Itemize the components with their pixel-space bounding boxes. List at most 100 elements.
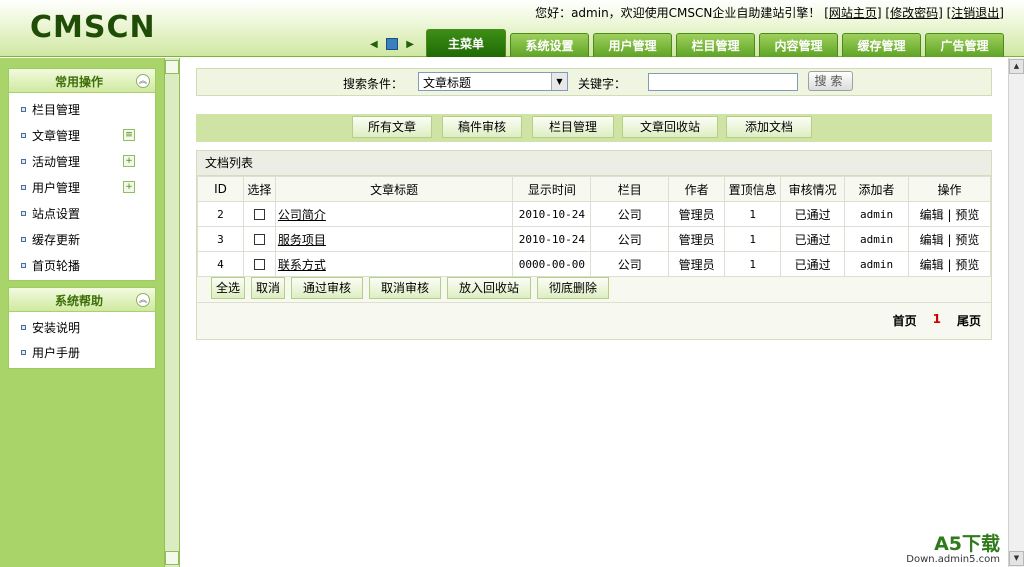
document-list: 文档列表 ID 选择 文章标题 显示时间 栏目 作者 置顶信息 审核情况 添加者… bbox=[196, 150, 992, 340]
tab-ad-management[interactable]: 广告管理 bbox=[925, 33, 1004, 57]
watermark-brand: A5下载 bbox=[934, 533, 1000, 555]
column-header: ID bbox=[197, 176, 244, 202]
sidebar-item-site-settings[interactable]: 站点设置 bbox=[9, 200, 155, 226]
edit-link[interactable]: 编辑 bbox=[920, 258, 944, 272]
tab-content-management[interactable]: 内容管理 bbox=[759, 33, 838, 57]
divider bbox=[197, 302, 991, 303]
delete-permanently-button[interactable]: 彻底删除 bbox=[537, 277, 609, 299]
sidebar-item-install-guide[interactable]: 安装说明 bbox=[9, 315, 155, 340]
deselect-button[interactable]: 取消 bbox=[251, 277, 285, 299]
tab-scroll-right-icon[interactable]: ▶ bbox=[406, 39, 414, 50]
bullet-icon bbox=[21, 325, 26, 330]
bullet-icon bbox=[21, 210, 26, 216]
move-to-recycle-button[interactable]: 放入回收站 bbox=[447, 277, 531, 299]
row-author: 管理员 bbox=[668, 226, 726, 252]
select-all-button[interactable]: 全选 bbox=[211, 277, 245, 299]
sidebar-item-user-manual[interactable]: 用户手册 bbox=[9, 340, 155, 365]
sidebar-item-home-carousel[interactable]: 首页轮播 bbox=[9, 252, 155, 278]
search-condition-select[interactable]: 文章标题 ▼ bbox=[418, 72, 568, 91]
watermark: A5下载 Down.admin5.com bbox=[906, 534, 1000, 565]
sidebar-item-columns[interactable]: 栏目管理 bbox=[9, 96, 155, 122]
edit-link[interactable]: 编辑 bbox=[920, 208, 944, 222]
splitter-top-handle[interactable] bbox=[165, 60, 179, 74]
add-document-button[interactable]: 添加文档 bbox=[726, 116, 812, 138]
tab-system-settings[interactable]: 系统设置 bbox=[510, 33, 589, 57]
preview-link[interactable]: 预览 bbox=[955, 208, 979, 222]
sidebar-item-users[interactable]: 用户管理 + bbox=[9, 174, 155, 200]
article-title-link[interactable]: 联系方式 bbox=[278, 258, 326, 272]
row-checkbox[interactable] bbox=[253, 259, 265, 270]
scroll-down-icon[interactable]: ▼ bbox=[1009, 551, 1024, 566]
row-category: 公司 bbox=[590, 201, 670, 227]
approve-button[interactable]: 通过审核 bbox=[291, 277, 363, 299]
frame-splitter[interactable] bbox=[164, 58, 180, 567]
search-button[interactable]: 搜索 bbox=[808, 71, 853, 91]
tab-main-menu[interactable]: 主菜单 bbox=[426, 29, 506, 57]
scroll-up-icon[interactable]: ▲ bbox=[1009, 59, 1024, 74]
review-submissions-button[interactable]: 稿件审核 bbox=[442, 116, 522, 138]
action-separator: | bbox=[947, 257, 952, 272]
keyword-input[interactable] bbox=[648, 73, 798, 91]
watermark-url: Down.admin5.com bbox=[906, 554, 1000, 565]
article-title-link[interactable]: 公司简介 bbox=[278, 208, 326, 222]
all-articles-button[interactable]: 所有文章 bbox=[352, 116, 432, 138]
row-adder: admin bbox=[844, 226, 909, 252]
bullet-icon bbox=[21, 132, 26, 138]
row-top: 1 bbox=[724, 201, 782, 227]
logout-link[interactable]: [注销退出] bbox=[947, 6, 1004, 20]
collapse-icon[interactable]: ︽ bbox=[136, 74, 150, 88]
row-id: 3 bbox=[197, 226, 244, 252]
splitter-bottom-handle[interactable] bbox=[165, 551, 179, 565]
bullet-icon bbox=[21, 184, 26, 190]
sidebar-item-activities[interactable]: 活动管理 + bbox=[9, 148, 155, 174]
row-checkbox[interactable] bbox=[253, 234, 265, 245]
table-row: 3 服务项目 2010-10-24 公司 管理员 1 已通过 admin 编辑 … bbox=[197, 226, 992, 252]
welcome-bar: 您好：admin，欢迎使用CMSCN企业自助建站引擎！ [网站主页] [修改密码… bbox=[535, 4, 1004, 21]
row-date: 0000-00-00 bbox=[512, 251, 592, 277]
sidebar-item-articles[interactable]: 文章管理 ≡ bbox=[9, 122, 155, 148]
row-adder: admin bbox=[844, 251, 909, 277]
preview-link[interactable]: 预览 bbox=[955, 258, 979, 272]
panel-header: 常用操作 ︽ bbox=[9, 69, 155, 93]
preview-link[interactable]: 预览 bbox=[955, 233, 979, 247]
row-id: 4 bbox=[197, 251, 244, 277]
tab-scroll-controls: ◀ ▶ bbox=[370, 35, 414, 53]
column-management-button[interactable]: 栏目管理 bbox=[532, 116, 614, 138]
site-home-link[interactable]: [网站主页] bbox=[824, 6, 881, 20]
column-header: 审核情况 bbox=[780, 176, 846, 202]
row-top: 1 bbox=[724, 251, 782, 277]
row-status: 已通过 bbox=[780, 251, 846, 277]
edit-link[interactable]: 编辑 bbox=[920, 233, 944, 247]
tab-user-management[interactable]: 用户管理 bbox=[593, 33, 672, 57]
keyword-label: 关键字： bbox=[578, 77, 627, 91]
column-header: 选择 bbox=[242, 176, 276, 202]
recycle-bin-button[interactable]: 文章回收站 bbox=[622, 116, 718, 138]
first-page-link[interactable]: 首页 bbox=[893, 312, 917, 329]
main-content: 搜索条件： 文章标题 ▼ 关键字： 搜索 所有文章 稿件审核 栏目管理 文章回收… bbox=[181, 58, 1008, 567]
add-icon[interactable]: + bbox=[123, 181, 135, 193]
row-category: 公司 bbox=[590, 251, 670, 277]
row-checkbox[interactable] bbox=[253, 209, 265, 220]
last-page-link[interactable]: 尾页 bbox=[957, 312, 981, 329]
row-status: 已通过 bbox=[780, 201, 846, 227]
column-header: 栏目 bbox=[590, 176, 670, 202]
row-actions: 编辑 | 预览 bbox=[907, 226, 992, 252]
add-icon[interactable]: + bbox=[123, 155, 135, 167]
bullet-icon bbox=[21, 350, 26, 355]
dropdown-arrow-icon[interactable]: ▼ bbox=[551, 73, 567, 90]
tab-column-management[interactable]: 栏目管理 bbox=[676, 33, 755, 57]
tab-scroll-left-icon[interactable]: ◀ bbox=[370, 39, 378, 50]
sidebar-item-cache-update[interactable]: 缓存更新 bbox=[9, 226, 155, 252]
search-bar: 搜索条件： 文章标题 ▼ 关键字： 搜索 bbox=[196, 68, 992, 96]
row-id: 2 bbox=[197, 201, 244, 227]
action-separator: | bbox=[947, 207, 952, 222]
row-date: 2010-10-24 bbox=[512, 226, 592, 252]
cancel-approval-button[interactable]: 取消审核 bbox=[369, 277, 441, 299]
collapse-icon[interactable]: ︽ bbox=[136, 293, 150, 307]
tab-cache-management[interactable]: 缓存管理 bbox=[842, 33, 921, 57]
row-author: 管理员 bbox=[668, 201, 726, 227]
change-password-link[interactable]: [修改密码] bbox=[885, 6, 942, 20]
document-icon[interactable]: ≡ bbox=[123, 129, 135, 141]
vertical-scrollbar[interactable]: ▲ ▼ bbox=[1008, 58, 1024, 567]
article-title-link[interactable]: 服务项目 bbox=[278, 233, 326, 247]
